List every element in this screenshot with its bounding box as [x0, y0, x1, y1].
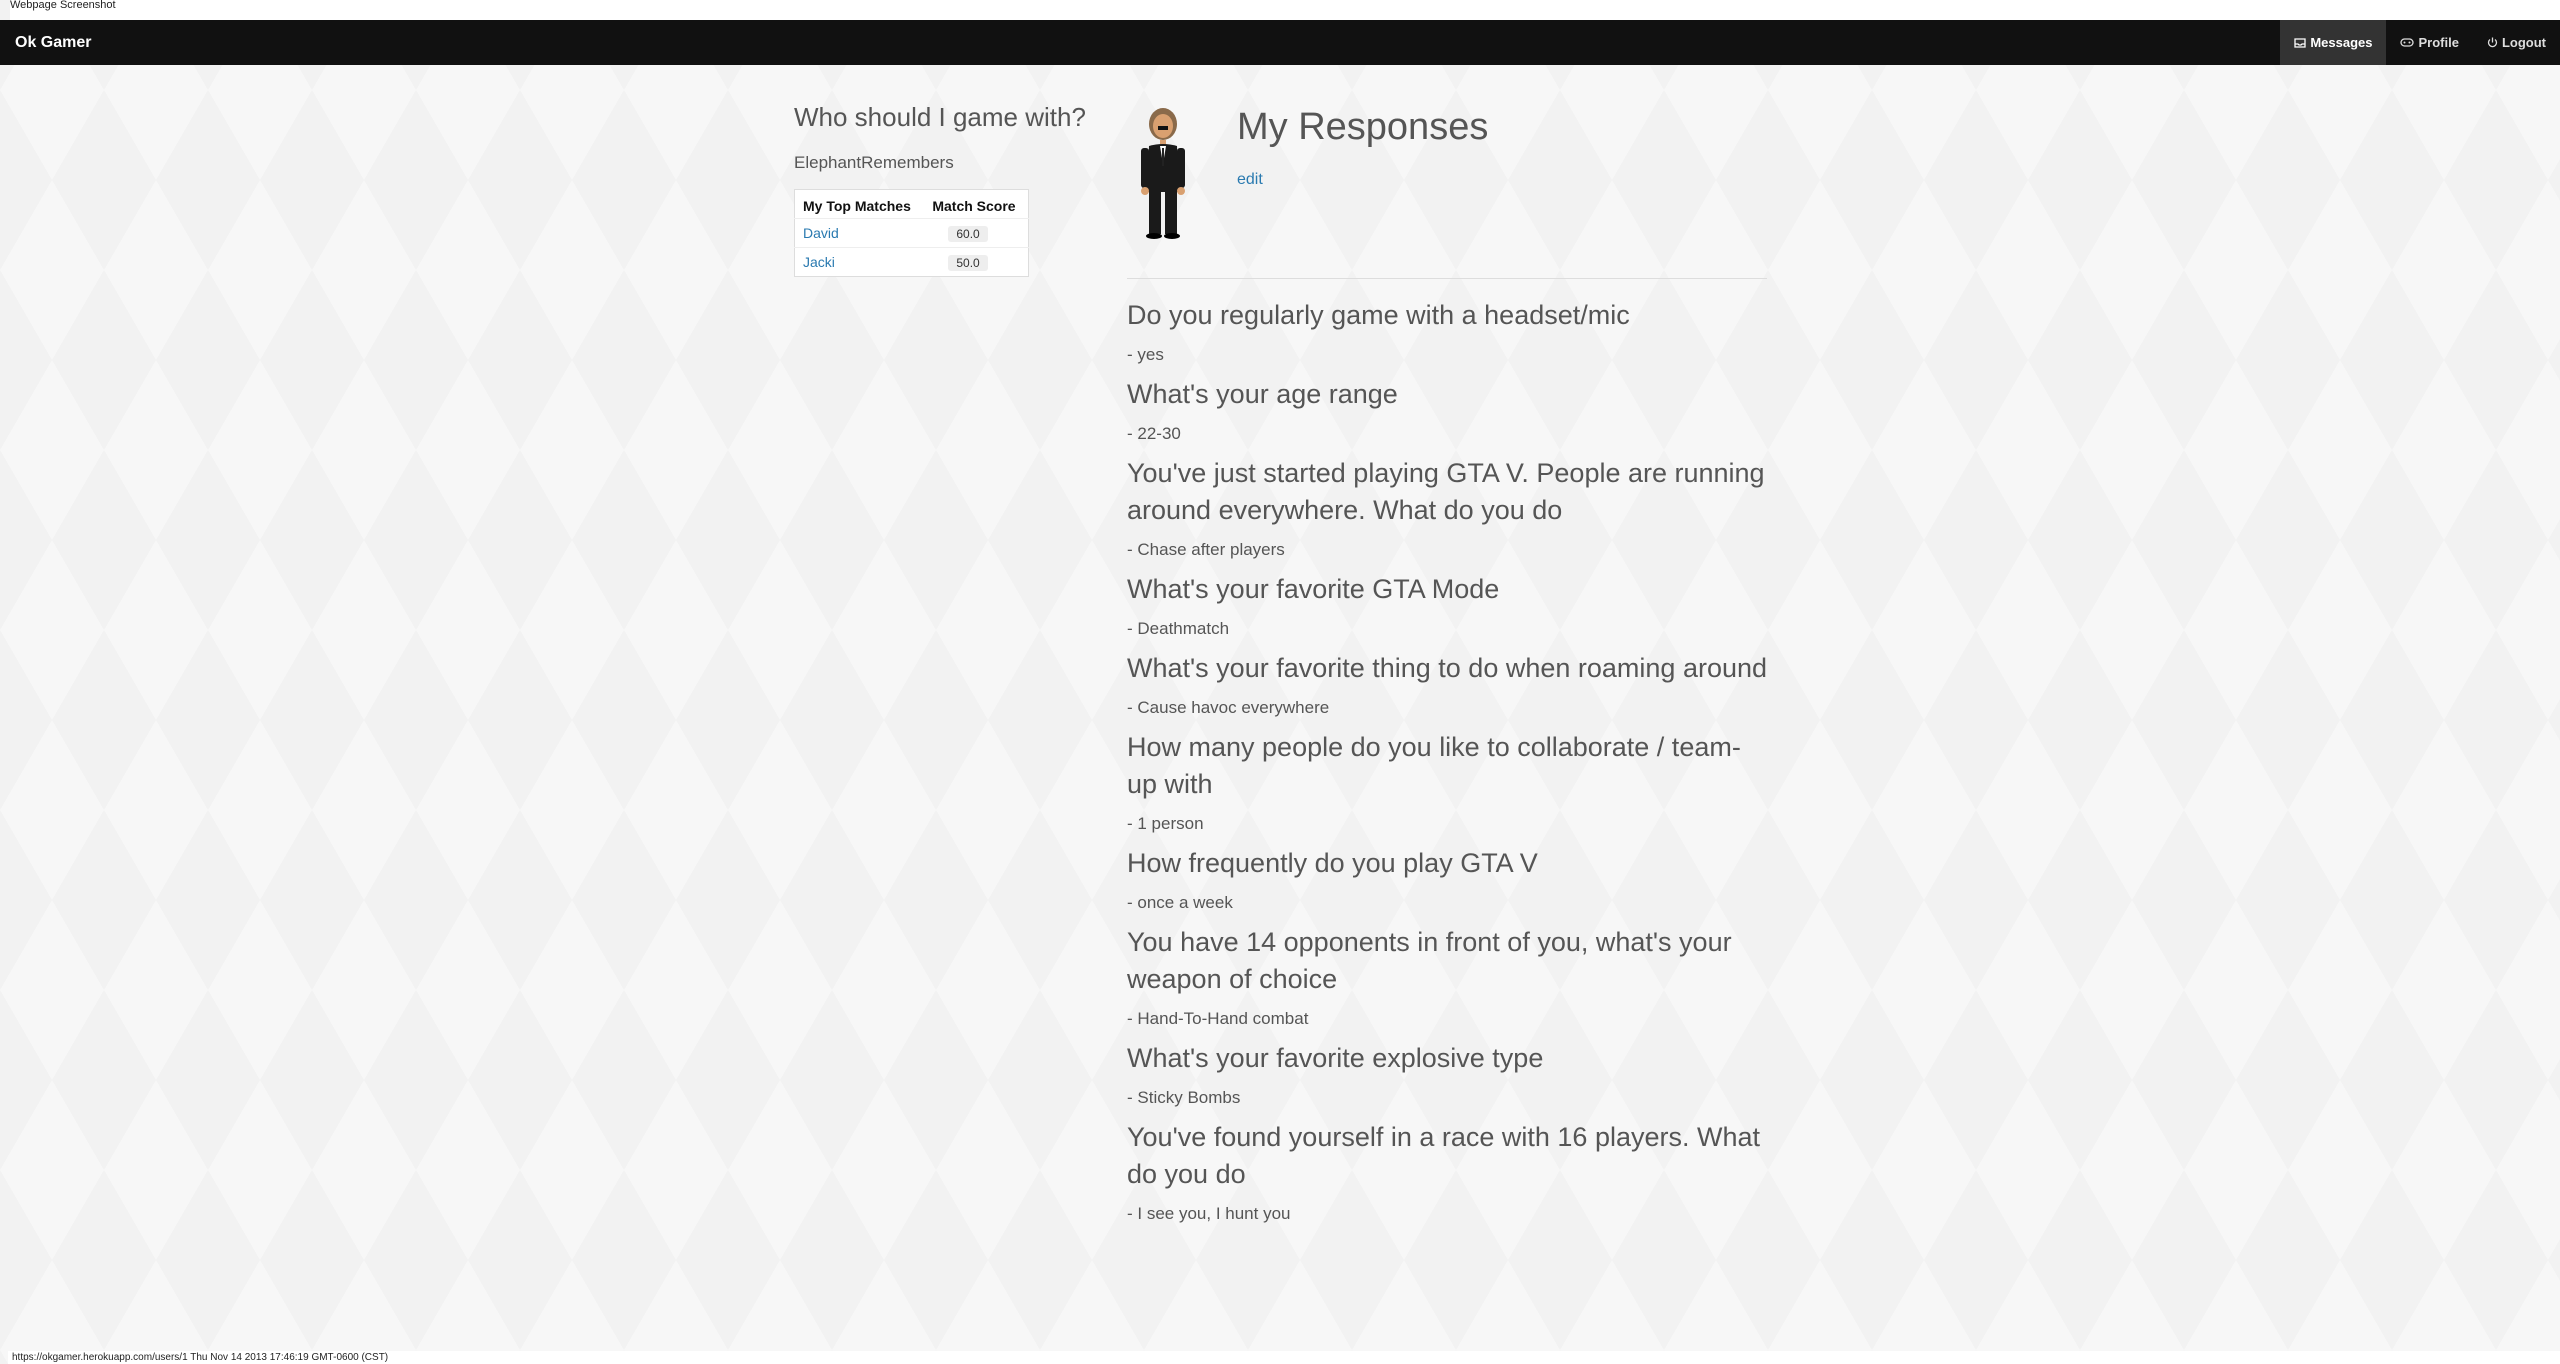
answer-text: - 1 person: [1127, 814, 1204, 833]
nav-profile[interactable]: Profile: [2386, 20, 2472, 65]
question-text: What's your favorite explosive type: [1127, 1043, 1544, 1073]
match-score-badge: 50.0: [948, 254, 988, 271]
screenshot-caption: Webpage Screenshot: [10, 0, 2560, 20]
profile-header: My Responses edit: [1127, 104, 1767, 279]
question-text: What's your favorite thing to do when ro…: [1127, 653, 1768, 683]
nav-messages-label: Messages: [2310, 35, 2373, 50]
top-navbar: Ok Gamer Messages Profile Logout: [0, 20, 2560, 65]
page-title: My Responses: [1237, 106, 1489, 148]
column-header-matches: My Top Matches: [803, 198, 911, 214]
answer-text: - Sticky Bombs: [1127, 1088, 1241, 1107]
table-row: David 60.0: [794, 218, 1029, 248]
responses-list: Do you regularly game with a headset/mic…: [1127, 297, 1767, 1225]
edit-responses-link[interactable]: edit: [1237, 171, 1263, 189]
question-text: What's your age range: [1127, 379, 1398, 409]
inbox-icon: [2294, 37, 2306, 48]
gamepad-icon: [2400, 38, 2415, 47]
match-link-jacki[interactable]: Jacki: [803, 254, 835, 270]
match-link-david[interactable]: David: [803, 225, 839, 241]
nav-messages[interactable]: Messages: [2280, 20, 2387, 65]
question-text: How frequently do you play GTA V: [1127, 848, 1538, 878]
power-icon: [2487, 37, 2498, 48]
list-item: What's your favorite thing to do when ro…: [1127, 650, 1767, 719]
avatar: [1127, 104, 1237, 278]
list-item: What's your age range - 22-30: [1127, 376, 1767, 445]
list-item: You have 14 opponents in front of you, w…: [1127, 924, 1767, 1030]
nav-menu: Messages Profile Logout: [2280, 20, 2560, 65]
nav-logout[interactable]: Logout: [2473, 20, 2560, 65]
column-header-score: Match Score: [932, 198, 1016, 214]
question-text: You've found yourself in a race with 16 …: [1127, 1122, 1761, 1189]
browser-status-bar: https://okgamer.herokuapp.com/users/1 Th…: [8, 1351, 2560, 1364]
list-item: How many people do you like to collabora…: [1127, 729, 1767, 835]
question-text: Do you regularly game with a headset/mic: [1127, 300, 1630, 330]
nav-profile-label: Profile: [2418, 35, 2459, 50]
question-text: What's your favorite GTA Mode: [1127, 574, 1500, 604]
answer-text: - Chase after players: [1127, 540, 1285, 559]
answer-text: - once a week: [1127, 893, 1233, 912]
question-text: You've just started playing GTA V. Peopl…: [1127, 458, 1765, 525]
brand-link[interactable]: Ok Gamer: [15, 34, 91, 52]
answer-text: - 22-30: [1127, 424, 1181, 443]
list-item: How frequently do you play GTA V - once a…: [1127, 845, 1767, 914]
answer-text: - Cause havoc everywhere: [1127, 698, 1330, 717]
answer-text: - yes: [1127, 345, 1164, 364]
matches-sidebar: Who should I game with? ElephantRemember…: [794, 102, 1104, 277]
list-item: You've found yourself in a race with 16 …: [1127, 1119, 1767, 1225]
table-row: Jacki 50.0: [794, 247, 1029, 277]
question-text: You have 14 opponents in front of you, w…: [1127, 927, 1732, 994]
list-item: You've just started playing GTA V. Peopl…: [1127, 455, 1767, 561]
answer-text: - I see you, I hunt you: [1127, 1204, 1291, 1223]
username: ElephantRemembers: [794, 153, 954, 172]
responses-panel: My Responses edit Do you regularly game …: [1127, 104, 1767, 1235]
sidebar-title: Who should I game with?: [794, 102, 1086, 132]
gamer-avatar-image: [1141, 108, 1185, 239]
nav-logout-label: Logout: [2501, 35, 2546, 50]
top-matches-table: My Top Matches Match Score David 60.0 Ja…: [794, 189, 1029, 277]
question-text: How many people do you like to collabora…: [1127, 732, 1741, 799]
answer-text: - Deathmatch: [1127, 619, 1230, 638]
match-score-badge: 60.0: [948, 225, 988, 242]
list-item: Do you regularly game with a headset/mic…: [1127, 297, 1767, 366]
list-item: What's your favorite GTA Mode - Deathmatc…: [1127, 571, 1767, 640]
list-item: What's your favorite explosive type - Sti…: [1127, 1040, 1767, 1109]
answer-text: - Hand-To-Hand combat: [1127, 1009, 1309, 1028]
